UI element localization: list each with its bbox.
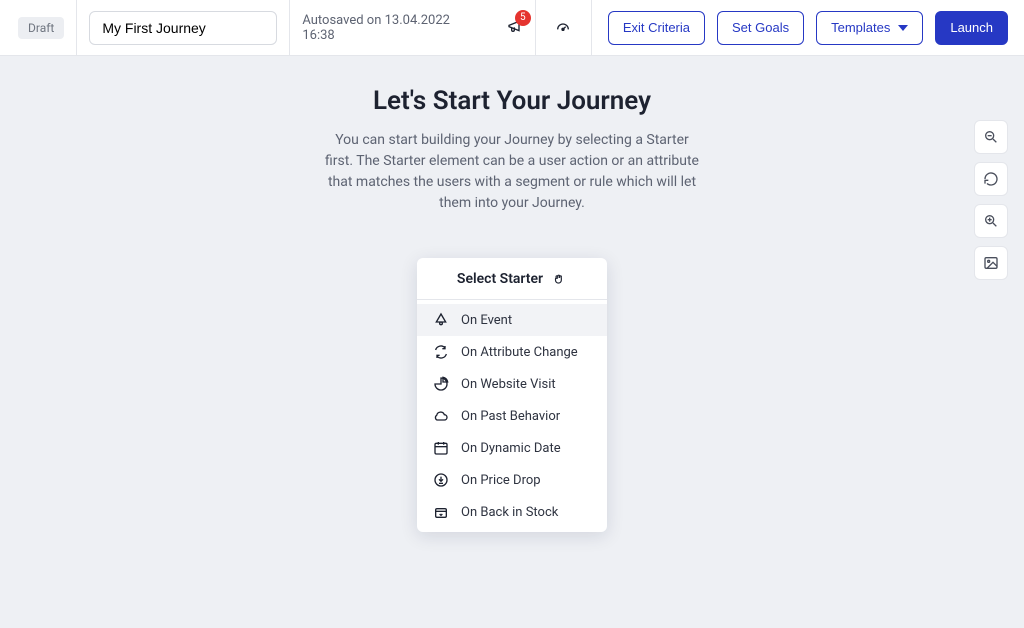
starter-item-pricedrop[interactable]: On Price Drop [417,464,607,496]
zoom-out-button[interactable] [974,120,1008,154]
reset-zoom-button[interactable] [974,162,1008,196]
title-segment [77,0,290,55]
image-export-button[interactable] [974,246,1008,280]
journey-title-input[interactable] [89,11,277,45]
canvas: Let's Start Your Journey You can start b… [0,86,1024,628]
box-icon [433,504,449,520]
gauge-icon [555,20,571,36]
pricedrop-icon [433,472,449,488]
exit-criteria-button[interactable]: Exit Criteria [608,11,705,45]
chevron-down-icon [898,25,908,31]
starter-item-label: On Past Behavior [461,409,560,424]
refresh-icon [983,171,999,187]
starter-item-event[interactable]: On Event [417,304,607,336]
starter-item-refresh[interactable]: On Attribute Change [417,336,607,368]
launch-button[interactable]: Launch [935,11,1008,45]
zoom-in-button[interactable] [974,204,1008,238]
speed-segment[interactable] [536,0,592,55]
refresh-icon [433,344,449,360]
draft-badge: Draft [18,17,64,39]
set-goals-button[interactable]: Set Goals [717,11,804,45]
starter-item-calendar[interactable]: On Dynamic Date [417,432,607,464]
starter-item-label: On Dynamic Date [461,441,561,456]
starter-item-label: On Event [461,313,512,328]
canvas-tools [974,120,1008,280]
calendar-icon [433,440,449,456]
starter-item-label: On Website Visit [461,377,556,392]
starter-item-box[interactable]: On Back in Stock [417,496,607,528]
autosave-segment: Autosaved on 13.04.2022 16:38 5 [290,0,535,55]
topbar-actions: Exit Criteria Set Goals Templates Launch [592,0,1024,55]
page-title: Let's Start Your Journey [192,86,832,116]
starter-item-cloud[interactable]: On Past Behavior [417,400,607,432]
event-icon [433,312,449,328]
starter-item-pie[interactable]: On Website Visit [417,368,607,400]
hero: Let's Start Your Journey You can start b… [192,86,832,214]
zoom-out-icon [983,129,999,145]
draft-segment: Draft [0,0,77,55]
page-description: You can start building your Journey by s… [322,130,702,214]
templates-button[interactable]: Templates [816,11,923,45]
grab-icon [551,271,567,287]
topbar: Draft Autosaved on 13.04.2022 16:38 5 Ex… [0,0,1024,56]
starter-item-label: On Back in Stock [461,505,558,520]
templates-label: Templates [831,20,890,35]
cloud-icon [433,408,449,424]
starter-panel-header[interactable]: Select Starter [417,258,607,300]
autosave-text: Autosaved on 13.04.2022 16:38 [302,13,466,43]
notifications-button[interactable]: 5 [507,18,523,38]
starter-item-label: On Attribute Change [461,345,578,360]
image-icon [983,255,999,271]
starter-header-label: Select Starter [457,271,543,287]
starter-panel: Select Starter On Event On Attribute Chan… [417,258,607,532]
starter-list: On Event On Attribute Change On Website Vi… [417,300,607,532]
pie-icon [433,376,449,392]
notification-count-badge: 5 [515,10,531,26]
zoom-in-icon [983,213,999,229]
starter-item-label: On Price Drop [461,473,541,488]
